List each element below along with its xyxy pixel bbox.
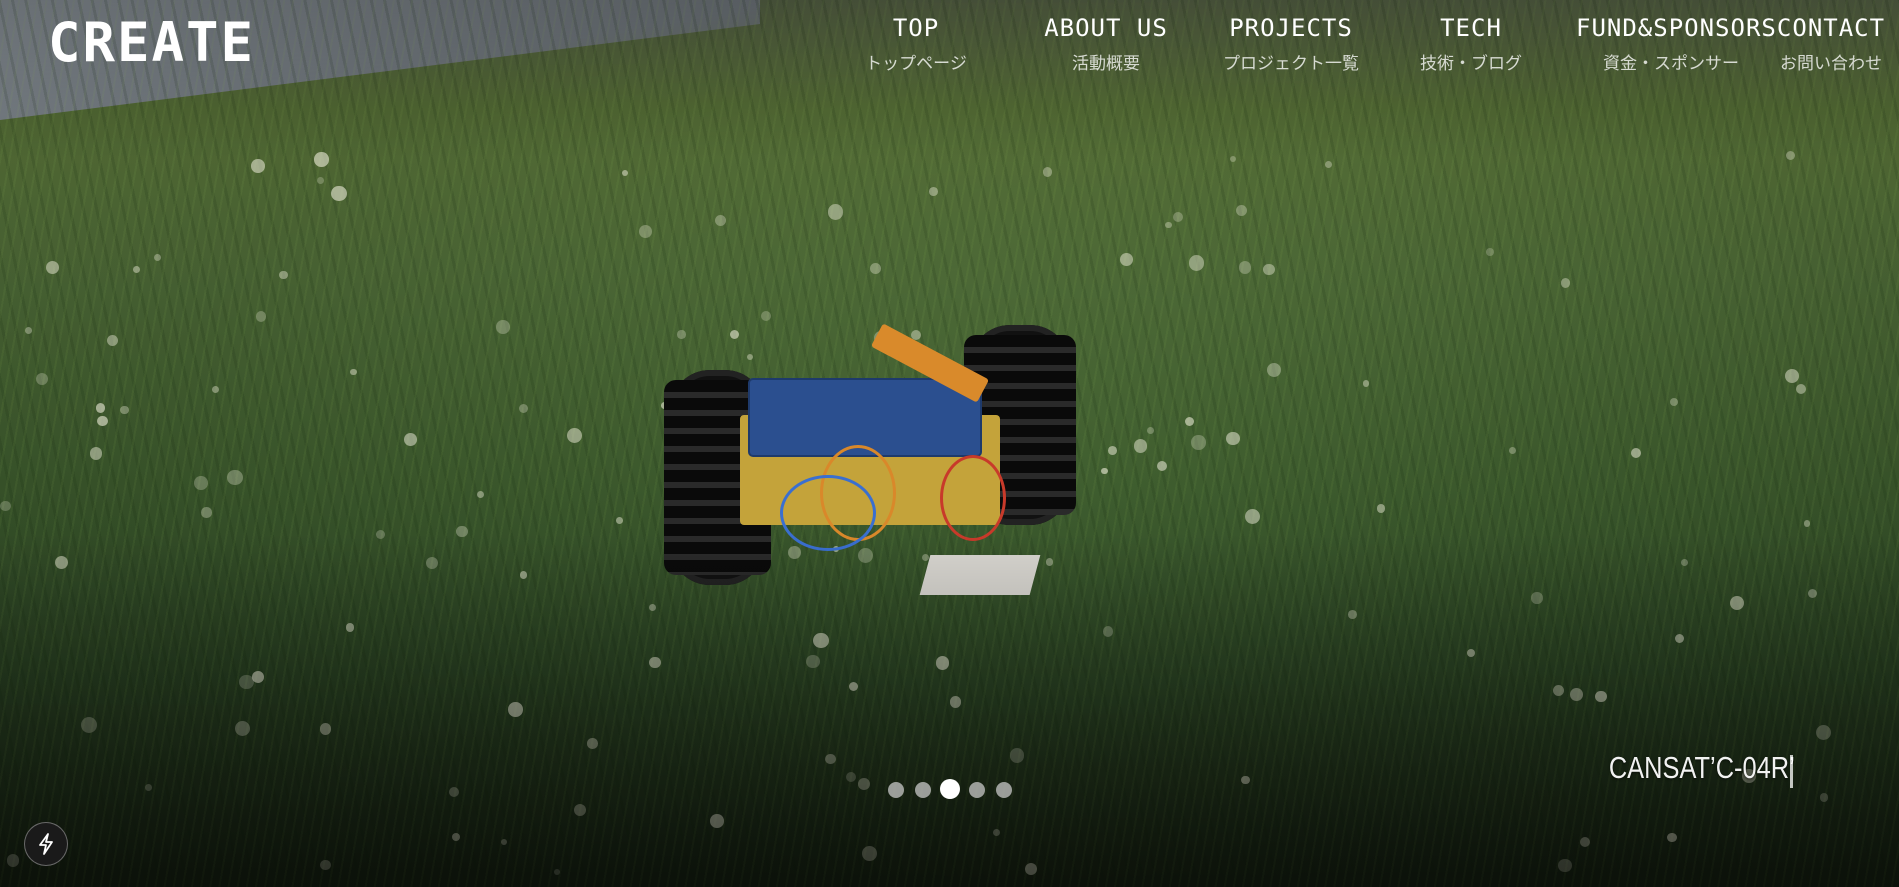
nav-item-sublabel: 資金・スポンサー bbox=[1603, 54, 1739, 74]
nav-item-about-us[interactable]: ABOUT US 活動概要 bbox=[1036, 14, 1176, 76]
slider-dot-4[interactable] bbox=[969, 782, 985, 798]
nav-item-label: PROJECTS bbox=[1229, 14, 1353, 42]
nav-item-sublabel: お問い合わせ bbox=[1780, 54, 1882, 74]
nav-item-sublabel: トップページ bbox=[865, 54, 967, 74]
nav-item-projects[interactable]: PROJECTS プロジェクト一覧 bbox=[1206, 14, 1376, 76]
nav-item-label: CONTACT bbox=[1776, 14, 1886, 42]
slide-caption: CANSAT’C-04R’ bbox=[1609, 750, 1795, 785]
site-logo[interactable]: CREATE bbox=[48, 16, 255, 70]
nav-item-sublabel: 活動概要 bbox=[1072, 54, 1140, 74]
slider-dot-5[interactable] bbox=[996, 782, 1012, 798]
nav-item-contact[interactable]: CONTACT お問い合わせ bbox=[1771, 14, 1891, 76]
slider-dot-2[interactable] bbox=[915, 782, 931, 798]
nav-item-sublabel: 技術・ブログ bbox=[1420, 54, 1522, 74]
nav-item-label: TOP bbox=[892, 14, 940, 42]
slider-dot-3-active[interactable] bbox=[940, 779, 960, 799]
nav-item-sublabel: プロジェクト一覧 bbox=[1223, 54, 1359, 74]
nav-item-tech[interactable]: TECH 技術・ブログ bbox=[1406, 14, 1536, 76]
nav-item-fund-sponsors[interactable]: FUND&SPONSORS 資金・スポンサー bbox=[1576, 14, 1777, 76]
lightning-icon bbox=[39, 833, 53, 855]
nav-item-label: ABOUT US bbox=[1044, 14, 1168, 42]
nav-item-label: FUND&SPONSORS bbox=[1576, 14, 1777, 42]
quick-action-button[interactable] bbox=[24, 822, 68, 866]
nav-item-label: TECH bbox=[1440, 14, 1502, 42]
slider-dot-1[interactable] bbox=[888, 782, 904, 798]
nav-item-top[interactable]: TOP トップページ bbox=[856, 14, 976, 76]
caption-divider bbox=[1790, 755, 1793, 788]
